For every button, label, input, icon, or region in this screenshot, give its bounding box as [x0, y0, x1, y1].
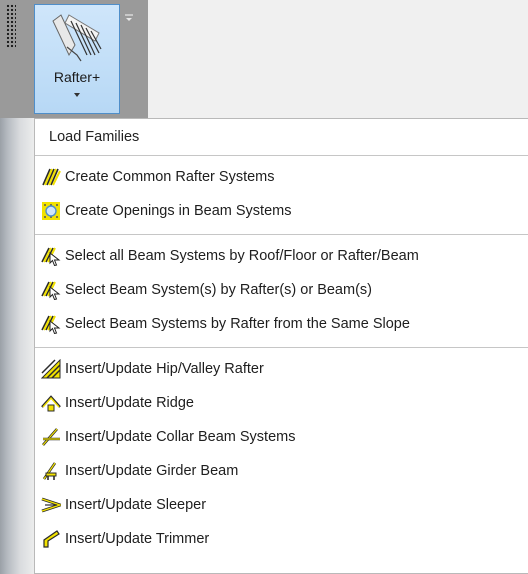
menu-item-label: Insert/Update Trimmer: [65, 531, 210, 547]
girder-icon: [41, 461, 63, 481]
rafter-plus-button[interactable]: Rafter+: [34, 4, 120, 114]
menu-item-label: Create Openings in Beam Systems: [65, 203, 292, 219]
menu-item-insert-hip-valley-rafter[interactable]: Insert/Update Hip/Valley Rafter: [35, 352, 528, 386]
menu-item-label: Select Beam Systems by Rafter from the S…: [65, 316, 410, 332]
menu-item-label: Select Beam System(s) by Rafter(s) or Be…: [65, 282, 372, 298]
common-rafter-icon: [41, 167, 63, 187]
menu-item-insert-sleeper[interactable]: Insert/Update Sleeper: [35, 488, 528, 522]
rafter-icon: [49, 11, 105, 68]
menu-item-create-common-rafter-systems[interactable]: Create Common Rafter Systems: [35, 160, 528, 194]
rafter-dropdown-menu: Load Families Create Common Rafter Syste…: [34, 118, 528, 574]
menu-item-label: Insert/Update Ridge: [65, 395, 194, 411]
opening-icon: [41, 201, 63, 221]
dropdown-arrow-icon: [74, 93, 80, 97]
select-cursor-icon: [41, 280, 63, 300]
menu-item-label: Create Common Rafter Systems: [65, 169, 275, 185]
select-cursor-icon: [41, 246, 63, 266]
menu-item-insert-collar-beam-systems[interactable]: Insert/Update Collar Beam Systems: [35, 420, 528, 454]
rafter-plus-label: Rafter+: [53, 69, 101, 85]
menu-item-insert-trimmer[interactable]: Insert/Update Trimmer: [35, 522, 528, 556]
menu-item-label: Insert/Update Sleeper: [65, 497, 207, 513]
menu-item-select-beam-systems-by-rafter-or-beam[interactable]: Select Beam System(s) by Rafter(s) or Be…: [35, 273, 528, 307]
panel-pin-icon[interactable]: [124, 10, 134, 21]
collar-beam-icon: [41, 427, 63, 447]
menu-item-label: Select all Beam Systems by Roof/Floor or…: [65, 248, 419, 264]
select-cursor-icon: [41, 314, 63, 334]
menu-group-select: Select all Beam Systems by Roof/Floor or…: [35, 235, 528, 348]
panel-grip-handle[interactable]: [6, 4, 16, 48]
menu-item-select-beam-systems-same-slope[interactable]: Select Beam Systems by Rafter from the S…: [35, 307, 528, 341]
menu-item-label: Insert/Update Hip/Valley Rafter: [65, 361, 264, 377]
menu-item-create-openings-in-beam-systems[interactable]: Create Openings in Beam Systems: [35, 194, 528, 228]
menu-item-insert-ridge[interactable]: Insert/Update Ridge: [35, 386, 528, 420]
menu-item-label: Insert/Update Collar Beam Systems: [65, 429, 296, 445]
menu-item-select-all-beam-systems[interactable]: Select all Beam Systems by Roof/Floor or…: [35, 239, 528, 273]
menu-group-create: Create Common Rafter Systems Create Open…: [35, 156, 528, 235]
hip-valley-icon: [41, 359, 63, 379]
menu-item-label: Insert/Update Girder Beam: [65, 463, 239, 479]
ribbon-panel: Rafter+: [0, 0, 148, 118]
trimmer-icon: [41, 529, 63, 549]
ridge-icon: [41, 393, 63, 413]
sleeper-icon: [41, 495, 63, 515]
menu-item-insert-girder-beam[interactable]: Insert/Update Girder Beam: [35, 454, 528, 488]
menu-item-load-families[interactable]: Load Families: [35, 119, 528, 156]
menu-group-insert: Insert/Update Hip/Valley Rafter Insert/U…: [35, 348, 528, 562]
